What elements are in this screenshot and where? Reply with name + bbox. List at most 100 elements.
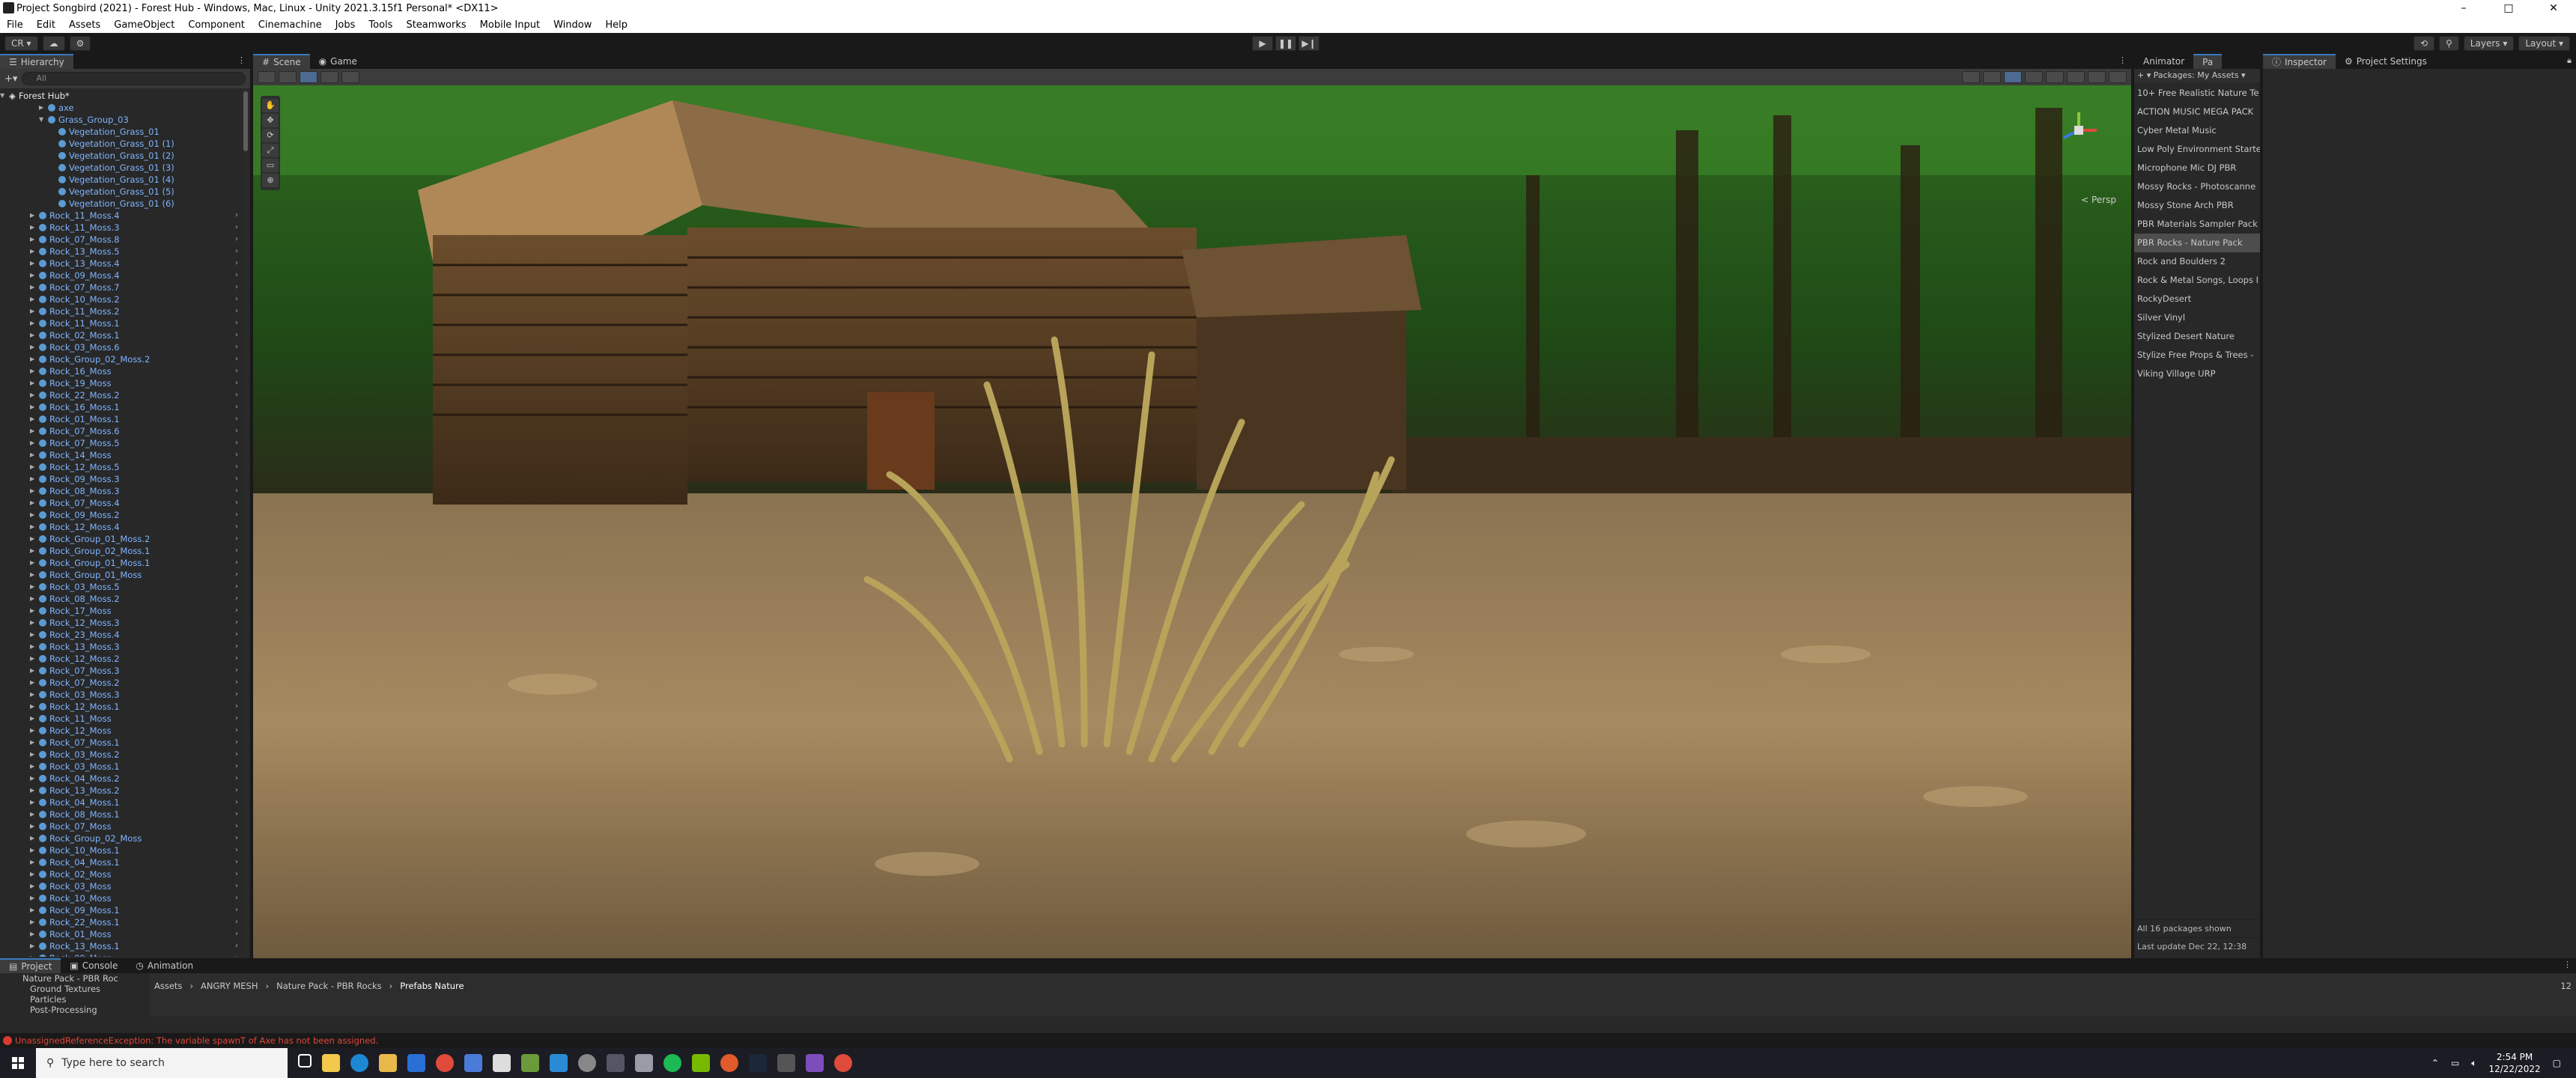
render-mode-button[interactable] xyxy=(1962,71,1980,83)
chevron-right-icon[interactable]: › xyxy=(235,437,238,449)
chevron-right-icon[interactable]: › xyxy=(235,665,238,677)
tab-hierarchy[interactable]: ☰ Hierarchy xyxy=(0,54,73,69)
expand-arrow-icon[interactable]: ▶ xyxy=(30,521,39,533)
hierarchy-search-input[interactable]: All xyxy=(22,72,246,85)
chevron-right-icon[interactable]: › xyxy=(235,844,238,856)
expand-arrow-icon[interactable]: ▶ xyxy=(30,425,39,437)
unity-hub-icon[interactable] xyxy=(493,1054,511,1072)
hierarchy-item[interactable]: Vegetation_Grass_01 (3) xyxy=(0,162,241,174)
rotate-tool-button[interactable]: ⟳ xyxy=(262,129,279,142)
scene-viewport[interactable]: ✋ ✥ ⟳ ⤢ ▭ ⊕ < Persp xyxy=(253,85,2131,958)
hierarchy-item[interactable]: ▶Rock_09_Moss› xyxy=(0,952,241,957)
chevron-right-icon[interactable]: › xyxy=(235,449,238,461)
expand-arrow-icon[interactable]: ▶ xyxy=(30,270,39,281)
folder-item[interactable]: Particles xyxy=(0,994,150,1005)
hierarchy-item[interactable]: ▶ Rock_03_Moss › xyxy=(0,880,241,892)
chevron-right-icon[interactable]: › xyxy=(235,880,238,892)
expand-arrow-icon[interactable]: ▶ xyxy=(30,581,39,593)
expand-arrow-icon[interactable]: ▶ xyxy=(30,437,39,449)
pause-button[interactable]: ❚❚ xyxy=(1275,36,1296,51)
menu-edit[interactable]: Edit xyxy=(30,19,62,31)
expand-arrow-icon[interactable]: ▶ xyxy=(30,234,39,246)
hierarchy-item[interactable]: ▶ Rock_16_Moss › xyxy=(0,365,241,377)
hierarchy-item[interactable]: ▶ Rock_13_Moss.2 › xyxy=(0,785,241,797)
chevron-right-icon[interactable]: › xyxy=(235,473,238,485)
chevron-right-icon[interactable]: › xyxy=(235,868,238,880)
chevron-right-icon[interactable]: › xyxy=(235,641,238,653)
hierarchy-item[interactable]: Vegetation_Grass_01 (5) xyxy=(0,186,241,198)
hierarchy-item[interactable]: ▶ Rock_13_Moss.4 › xyxy=(0,258,241,270)
expand-arrow-icon[interactable]: ▶ xyxy=(30,569,39,581)
console-status-bar[interactable]: UnassignedReferenceException: The variab… xyxy=(0,1033,2576,1048)
hierarchy-item[interactable]: ▶ Rock_12_Moss › xyxy=(0,725,241,737)
step-button[interactable]: ▶❙ xyxy=(1298,36,1319,51)
hierarchy-item[interactable]: ▶ Rock_07_Moss.8 › xyxy=(0,234,241,246)
package-item[interactable]: RockyDesert xyxy=(2134,290,2260,308)
panel-menu-icon[interactable]: ⋮ xyxy=(2563,960,2572,969)
package-item[interactable]: Stylized Desert Nature xyxy=(2134,327,2260,346)
hierarchy-item[interactable]: ▶ Rock_14_Moss › xyxy=(0,449,241,461)
cloud-icon[interactable]: ☁ xyxy=(42,36,65,51)
hierarchy-item[interactable]: Vegetation_Grass_01 xyxy=(0,126,241,138)
chevron-up-icon[interactable]: ⌃ xyxy=(2431,1058,2439,1068)
expand-arrow-icon[interactable]: ▶ xyxy=(30,916,39,928)
chevron-right-icon[interactable]: › xyxy=(235,832,238,844)
expand-arrow-icon[interactable]: ▶ xyxy=(30,820,39,832)
expand-arrow-icon[interactable]: ▶ xyxy=(30,952,39,957)
chevron-right-icon[interactable]: › xyxy=(235,677,238,689)
hierarchy-item[interactable]: ▶ Rock_08_Moss.1 › xyxy=(0,808,241,820)
layout-dropdown[interactable]: Layout ▾ xyxy=(2518,36,2570,51)
expand-arrow-icon[interactable]: ▶ xyxy=(30,605,39,617)
effects-toggle[interactable] xyxy=(2046,71,2064,83)
menu-mobile-input[interactable]: Mobile Input xyxy=(473,19,547,31)
expand-arrow-icon[interactable]: ▶ xyxy=(30,773,39,785)
chevron-right-icon[interactable]: › xyxy=(235,557,238,569)
hierarchy-item[interactable]: ▶ Rock_Group_01_Moss › xyxy=(0,569,241,581)
audio-toggle[interactable] xyxy=(2025,71,2043,83)
unity-icon[interactable] xyxy=(777,1054,795,1072)
visual-studio-icon[interactable] xyxy=(806,1054,824,1072)
expand-arrow-icon[interactable]: ▶ xyxy=(30,258,39,270)
app-icon[interactable] xyxy=(578,1054,596,1072)
hierarchy-item[interactable]: ▶ Rock_13_Moss.1 › xyxy=(0,940,241,952)
expand-arrow-icon[interactable]: ▶ xyxy=(30,713,39,725)
hierarchy-item[interactable]: ▶ Rock_Group_01_Moss.2 › xyxy=(0,533,241,545)
edge-icon[interactable] xyxy=(350,1054,368,1072)
chevron-right-icon[interactable]: › xyxy=(235,401,238,413)
expand-arrow-icon[interactable]: ▶ xyxy=(30,737,39,749)
chevron-right-icon[interactable]: › xyxy=(235,317,238,329)
hierarchy-item[interactable]: ▶ Rock_04_Moss.1 › xyxy=(0,797,241,808)
hierarchy-item[interactable]: ▶ Rock_07_Moss.3 › xyxy=(0,665,241,677)
app-icon[interactable] xyxy=(720,1054,738,1072)
expand-arrow-icon[interactable]: ▶ xyxy=(30,749,39,761)
expand-arrow-icon[interactable]: ▶ xyxy=(30,222,39,234)
expand-arrow-icon[interactable]: ▶ xyxy=(30,485,39,497)
expand-arrow-icon[interactable]: ▼ xyxy=(39,114,48,126)
store-icon[interactable] xyxy=(464,1054,482,1072)
folder-item[interactable]: Ground Textures xyxy=(0,984,150,994)
hierarchy-item[interactable]: ▶ Rock_07_Moss.5 › xyxy=(0,437,241,449)
expand-arrow-icon[interactable]: ▶ xyxy=(30,689,39,701)
expand-arrow-icon[interactable]: ▶ xyxy=(30,210,39,222)
hierarchy-item[interactable]: ▼ Grass_Group_03 xyxy=(0,114,241,126)
hierarchy-item[interactable]: Vegetation_Grass_01 (2) xyxy=(0,150,241,162)
hierarchy-item[interactable]: ▶ Rock_Group_02_Moss › xyxy=(0,832,241,844)
snap-toggle[interactable] xyxy=(321,71,338,83)
chevron-right-icon[interactable]: › xyxy=(235,916,238,928)
chevron-right-icon[interactable]: › xyxy=(235,545,238,557)
tab-inspector[interactable]: ⓘ Inspector xyxy=(2263,54,2336,69)
chevron-right-icon[interactable]: › xyxy=(235,797,238,808)
maximize-button[interactable]: □ xyxy=(2486,0,2531,16)
scrollbar-thumb[interactable] xyxy=(243,91,248,151)
chevron-right-icon[interactable]: › xyxy=(235,365,238,377)
hierarchy-item[interactable]: ▶ Rock_03_Moss.5 › xyxy=(0,581,241,593)
draw-mode-dropdown[interactable] xyxy=(258,71,276,83)
expand-arrow-icon[interactable]: ▼ xyxy=(0,90,9,102)
package-item[interactable]: Rock & Metal Songs, Loops I xyxy=(2134,271,2260,290)
expand-arrow-icon[interactable]: ▶ xyxy=(30,545,39,557)
menu-help[interactable]: Help xyxy=(598,19,634,31)
expand-arrow-icon[interactable]: ▶ xyxy=(30,928,39,940)
chevron-right-icon[interactable]: › xyxy=(235,305,238,317)
expand-arrow-icon[interactable]: ▶ xyxy=(30,940,39,952)
hierarchy-item[interactable]: ▶ Rock_11_Moss › xyxy=(0,713,241,725)
